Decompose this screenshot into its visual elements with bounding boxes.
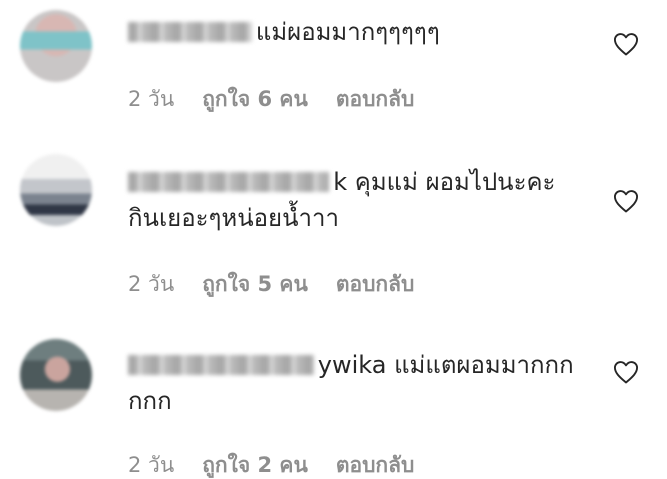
heart-outline-icon (613, 33, 639, 56)
comment-meta: 2 วัน ถูกใจ 6 คน ตอบกลับ (128, 83, 414, 116)
like-button[interactable] (612, 358, 640, 386)
comment-meta: 2 วัน ถูกใจ 5 คน ตอบกลับ (128, 268, 414, 301)
reply-button[interactable]: ตอบกลับ (336, 268, 415, 301)
comment-body: xxxxxxxxแม่ผอมมากๆๆๆๆๆ (128, 14, 587, 50)
username[interactable]: xxxxxxxx (128, 14, 252, 50)
comment-body: xxxxxxxxxxxxxk คุมแม่ ผอมไปนะคะ กินเยอะๆ… (128, 164, 587, 236)
comment-list: xxxxxxxxแม่ผอมมากๆๆๆๆๆ 2 วัน ถูกใจ 6 คน … (0, 0, 667, 479)
comment-body: xxxxxxxxxxxxywika แม่แตผอมมากกกกกก (128, 347, 587, 419)
comment-time[interactable]: 2 วัน (128, 268, 174, 301)
reply-button[interactable]: ตอบกลับ (336, 83, 415, 116)
avatar[interactable] (20, 154, 92, 226)
like-button[interactable] (612, 187, 640, 215)
comment-likes[interactable]: ถูกใจ 5 คน (202, 268, 308, 301)
avatar[interactable] (20, 10, 92, 82)
comment-likes[interactable]: ถูกใจ 6 คน (202, 83, 308, 116)
comment-likes[interactable]: ถูกใจ 2 คน (202, 449, 308, 479)
comment-text: แม่ผอมมากๆๆๆๆๆ (255, 18, 440, 46)
avatar[interactable] (20, 339, 92, 411)
comment-meta: 2 วัน ถูกใจ 2 คน ตอบกลับ (128, 449, 414, 479)
reply-button[interactable]: ตอบกลับ (336, 449, 415, 479)
like-button[interactable] (612, 30, 640, 58)
comment-time[interactable]: 2 วัน (128, 449, 174, 479)
comment-time[interactable]: 2 วัน (128, 83, 174, 116)
username[interactable]: xxxxxxxxxxxx (128, 347, 314, 383)
heart-outline-icon (613, 361, 639, 384)
username[interactable]: xxxxxxxxxxxxx (128, 164, 329, 200)
heart-outline-icon (613, 190, 639, 213)
